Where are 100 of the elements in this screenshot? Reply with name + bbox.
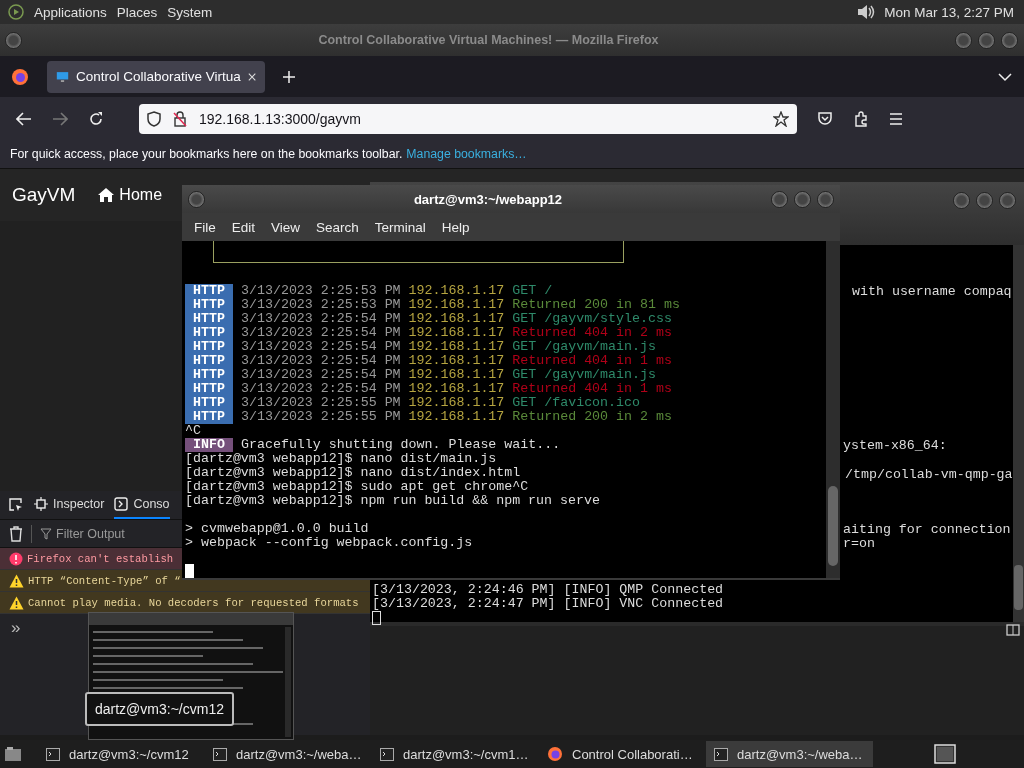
terminal-line: [3/13/2023, 2:24:46 PM] [INFO] QMP Connected (372, 583, 724, 597)
forward-icon[interactable] (52, 111, 68, 126)
window-menu-button[interactable] (5, 31, 22, 49)
log-line: 3/13/2023 2:25:54 PM 192.168.1.17 GET /gayvm/main.js (241, 368, 656, 382)
site-brand[interactable]: GayVM (12, 184, 76, 206)
menu-item[interactable]: View (263, 219, 309, 235)
back-icon[interactable] (16, 111, 32, 126)
log-tag: HTTP (185, 396, 233, 410)
log-line: 3/13/2023 2:25:53 PM 192.168.1.17 Returned 200 in 81 ms (241, 298, 680, 312)
console-icon (114, 497, 129, 511)
close-icon[interactable] (247, 71, 256, 82)
address-bar[interactable]: 192.168.1.13:3000/gayvm (139, 103, 797, 134)
taskbar-item[interactable]: dartz@vm3:~/cvm12 (38, 741, 205, 767)
scrollbar[interactable] (1013, 245, 1024, 622)
taskbar-item[interactable]: dartz@vm3:~/weba… (205, 741, 372, 767)
reload-icon[interactable] (88, 110, 104, 127)
terminal-line: /tmp/collab-vm-qmp-ga (845, 468, 1013, 482)
log-tag: HTTP (185, 312, 233, 326)
browser-tab[interactable]: Control Collaborative Virtua (47, 60, 265, 93)
window-control-button[interactable] (817, 190, 834, 208)
warning-icon (9, 595, 24, 610)
window-title: Control Collaborative Virtual Machines! — Mozilla Firefox (317, 33, 660, 47)
terminal-line: [dartz@vm3 webapp12]$ sudo apt get chrome^C (185, 480, 529, 494)
terminal-icon (46, 747, 60, 761)
terminal-line: aiting for connection (843, 523, 1011, 537)
log-line: 3/13/2023 2:25:53 PM 192.168.1.17 GET / (241, 284, 553, 298)
window-control-button[interactable] (976, 192, 993, 209)
terminal-line: ystem-x86_64: (843, 439, 947, 453)
filter-field[interactable]: Filter Output (40, 526, 140, 541)
panel-menu[interactable]: System (167, 4, 213, 20)
nav-link[interactable]: Home (97, 186, 163, 204)
panel-menu[interactable]: Places (116, 4, 158, 20)
window-control-button[interactable] (794, 190, 811, 208)
inspector-icon (34, 497, 48, 511)
log-tag: HTTP (185, 354, 233, 368)
pocket-icon[interactable] (817, 110, 833, 127)
window-control-button[interactable] (771, 190, 788, 208)
menu-icon[interactable] (889, 112, 903, 125)
menu-item[interactable]: File (186, 219, 224, 235)
terminal-line: with username compaq (852, 285, 1012, 299)
window-menu-button[interactable] (188, 190, 205, 208)
logo-icon (8, 4, 24, 20)
log-line: 3/13/2023 2:25:54 PM 192.168.1.17 GET /gayvm/main.js (241, 340, 656, 354)
scrollbar[interactable] (826, 241, 840, 578)
workspace-icon[interactable] (1006, 624, 1020, 636)
chevron-down-icon[interactable] (998, 71, 1012, 82)
manage-bookmarks-link[interactable]: Manage bookmarks… (406, 147, 527, 161)
taskbar-item[interactable]: dartz@vm3:~/cvm1… (372, 741, 539, 767)
workspace-switcher-icon[interactable] (934, 744, 956, 764)
log-line: 3/13/2023 2:25:55 PM 192.168.1.17 Returned 200 in 2 ms (241, 410, 672, 424)
menu-item[interactable]: Help (433, 219, 478, 235)
terminal-icon (213, 747, 227, 761)
window-control-button[interactable] (999, 192, 1016, 209)
log-line: 3/13/2023 2:25:55 PM 192.168.1.17 GET /favicon.ico (241, 396, 640, 410)
terminal-line: [dartz@vm3 webapp12]$ nano dist/main.js (185, 452, 497, 466)
picker-icon[interactable] (8, 497, 24, 513)
shield-icon (147, 110, 161, 127)
volume-icon[interactable] (856, 3, 877, 21)
log-tag: HTTP (185, 368, 233, 382)
taskbar-item[interactable]: dartz@vm3:~/weba… (706, 741, 873, 767)
window-control-button[interactable] (978, 31, 995, 49)
terminal-line: [3/13/2023, 2:24:47 PM] [INFO] VNC Connected (372, 597, 724, 611)
panel-menu[interactable]: Applications (34, 4, 107, 20)
tooltip: dartz@vm3:~/cvm12 (85, 692, 234, 726)
window-control-button[interactable] (955, 31, 972, 49)
bookmarks-hint: For quick access, place your bookmarks here on the bookmarks toolbar. (10, 147, 403, 161)
window-control-button[interactable] (1001, 31, 1018, 49)
menu-item[interactable]: Edit (223, 219, 264, 235)
clock[interactable]: Mon Mar 13, 2:27 PM (884, 4, 1014, 20)
firefox-icon[interactable] (11, 67, 29, 86)
menu-item[interactable]: Terminal (366, 219, 434, 235)
terminal-line: > webpack --config webpack.config.js (185, 536, 473, 550)
taskbar-item[interactable]: Control Collaborati… (539, 741, 706, 767)
log-line: Gracefully shutting down. Please wait... (241, 438, 561, 452)
devtools-tab[interactable]: Inspector (34, 491, 105, 519)
monitor-icon (56, 69, 69, 84)
filter-icon (40, 527, 52, 540)
menu-item[interactable]: Search (308, 219, 367, 235)
extensions-icon[interactable] (853, 110, 869, 127)
log-tag: INFO (185, 438, 233, 452)
text-cursor (372, 611, 381, 625)
window-control-button[interactable] (953, 192, 970, 209)
console-message: Cannot play media. No decoders for requested formats (0, 592, 370, 614)
new-tab-icon[interactable] (282, 69, 296, 84)
log-tag: HTTP (185, 326, 233, 340)
log-tag: HTTP (185, 382, 233, 396)
devtools-tab[interactable]: Conso (114, 491, 170, 519)
log-line: 3/13/2023 2:25:54 PM 192.168.1.17 Returned 404 in 2 ms (241, 326, 672, 340)
log-line: 3/13/2023 2:25:54 PM 192.168.1.17 GET /gayvm/style.css (241, 312, 672, 326)
terminal-line: ^C (185, 424, 201, 438)
lock-icon (173, 110, 187, 127)
more-icon[interactable]: » (0, 614, 32, 642)
terminal-icon (380, 747, 394, 761)
trash-icon[interactable] (9, 525, 23, 542)
log-tag: HTTP (185, 410, 233, 424)
star-icon[interactable] (773, 110, 789, 127)
terminal-icon (714, 747, 728, 761)
terminal-line: r=on (843, 537, 875, 551)
log-line: 3/13/2023 2:25:54 PM 192.168.1.17 Returned 404 in 1 ms (241, 354, 672, 368)
log-tag: HTTP (185, 340, 233, 354)
